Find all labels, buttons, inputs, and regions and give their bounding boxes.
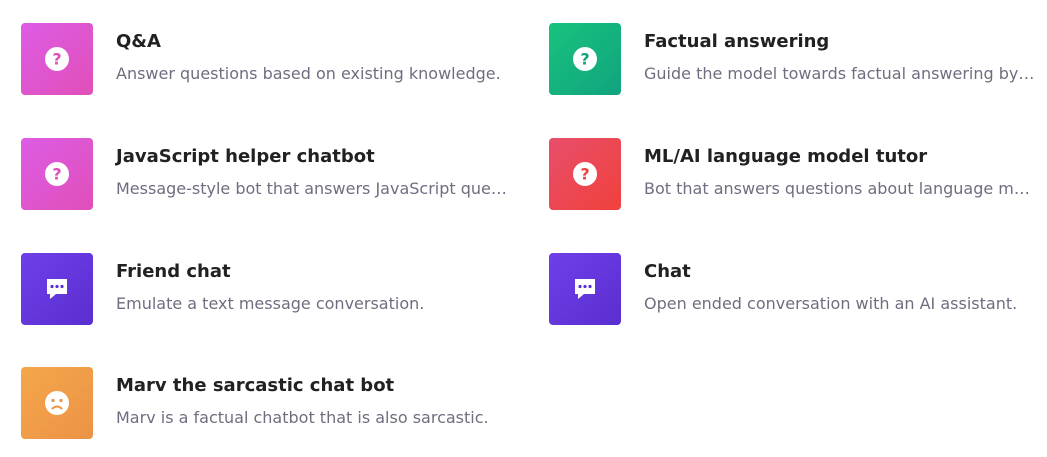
card-title: Factual answering xyxy=(644,31,830,52)
card-icon-box: ? xyxy=(21,138,93,210)
question-circle-icon: ? xyxy=(573,47,597,71)
example-card-ml-ai-language-model-tutor[interactable]: ? ML/AI language model tutor Bot that an… xyxy=(549,138,1039,212)
card-title: Friend chat xyxy=(116,261,231,282)
card-icon-box xyxy=(549,253,621,325)
example-card-qa[interactable]: ? Q&A Answer questions based on existing… xyxy=(21,23,511,97)
card-description: Message-style bot that answers JavaScrip… xyxy=(116,179,508,198)
chat-bubble-icon xyxy=(575,279,595,299)
card-icon-box: ? xyxy=(549,138,621,210)
question-circle-icon: ? xyxy=(573,162,597,186)
frown-face-icon xyxy=(45,391,69,415)
card-description: Guide the model towards factual answerin… xyxy=(644,64,1036,83)
card-title: JavaScript helper chatbot xyxy=(116,146,375,167)
card-description: Bot that answers questions about languag… xyxy=(644,179,1036,198)
question-circle-icon: ? xyxy=(45,162,69,186)
card-description: Emulate a text message conversation. xyxy=(116,294,425,313)
card-title: Chat xyxy=(644,261,691,282)
example-card-javascript-helper-chatbot[interactable]: ? JavaScript helper chatbot Message-styl… xyxy=(21,138,511,212)
chat-bubble-icon xyxy=(47,279,67,299)
svg-text:?: ? xyxy=(52,50,61,69)
card-icon-box: ? xyxy=(549,23,621,95)
card-title: Marv the sarcastic chat bot xyxy=(116,375,395,396)
example-card-chat[interactable]: Chat Open ended conversation with an AI … xyxy=(549,253,1039,327)
example-card-factual-answering[interactable]: ? Factual answering Guide the model towa… xyxy=(549,23,1039,97)
card-title: ML/AI language model tutor xyxy=(644,146,928,167)
card-icon-box xyxy=(21,253,93,325)
example-card-friend-chat[interactable]: Friend chat Emulate a text message conve… xyxy=(21,253,511,327)
card-title: Q&A xyxy=(116,31,161,52)
question-circle-icon: ? xyxy=(45,47,69,71)
svg-text:?: ? xyxy=(580,165,589,184)
example-card-marv-sarcastic-chat-bot[interactable]: Marv the sarcastic chat bot Marv is a fa… xyxy=(21,367,511,441)
card-icon-box xyxy=(21,367,93,439)
svg-text:?: ? xyxy=(580,50,589,69)
svg-text:?: ? xyxy=(52,165,61,184)
card-icon-box: ? xyxy=(21,23,93,95)
card-description: Answer questions based on existing knowl… xyxy=(116,64,501,83)
card-description: Marv is a factual chatbot that is also s… xyxy=(116,408,489,427)
card-description: Open ended conversation with an AI assis… xyxy=(644,294,1018,313)
